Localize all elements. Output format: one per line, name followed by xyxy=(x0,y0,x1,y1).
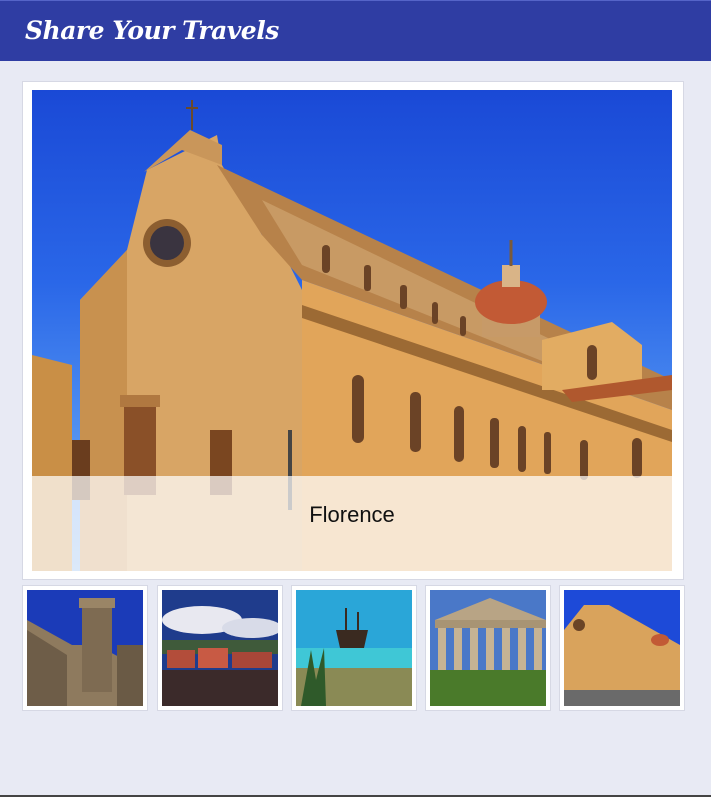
castle-illustration xyxy=(27,590,143,706)
harbor-illustration xyxy=(162,590,278,706)
pirate-ship-illustration xyxy=(296,590,412,706)
caption-text: Florence xyxy=(309,502,395,527)
thumbnail-pirate-ship[interactable] xyxy=(291,585,417,711)
thumbnail-pirate-ship-image xyxy=(296,590,412,706)
site-header: Share Your Travels xyxy=(0,0,711,61)
thumbnail-harbor[interactable] xyxy=(157,585,283,711)
thumbnail-castle-image xyxy=(27,590,143,706)
thumbnail-florence-church-image xyxy=(564,590,680,706)
thumbnail-harbor-image xyxy=(162,590,278,706)
temple-illustration xyxy=(430,590,546,706)
featured-photo: Florence xyxy=(32,90,672,571)
thumbnail-florence-church[interactable] xyxy=(559,585,685,711)
thumbnail-temple-image xyxy=(430,590,546,706)
featured-frame: Florence xyxy=(22,81,684,580)
thumbnail-strip xyxy=(22,585,685,711)
featured-caption: Florence xyxy=(32,476,672,571)
thumbnail-temple[interactable] xyxy=(425,585,551,711)
thumbnail-castle[interactable] xyxy=(22,585,148,711)
site-title[interactable]: Share Your Travels xyxy=(25,16,279,45)
florence-church-thumb-illustration xyxy=(564,590,680,706)
